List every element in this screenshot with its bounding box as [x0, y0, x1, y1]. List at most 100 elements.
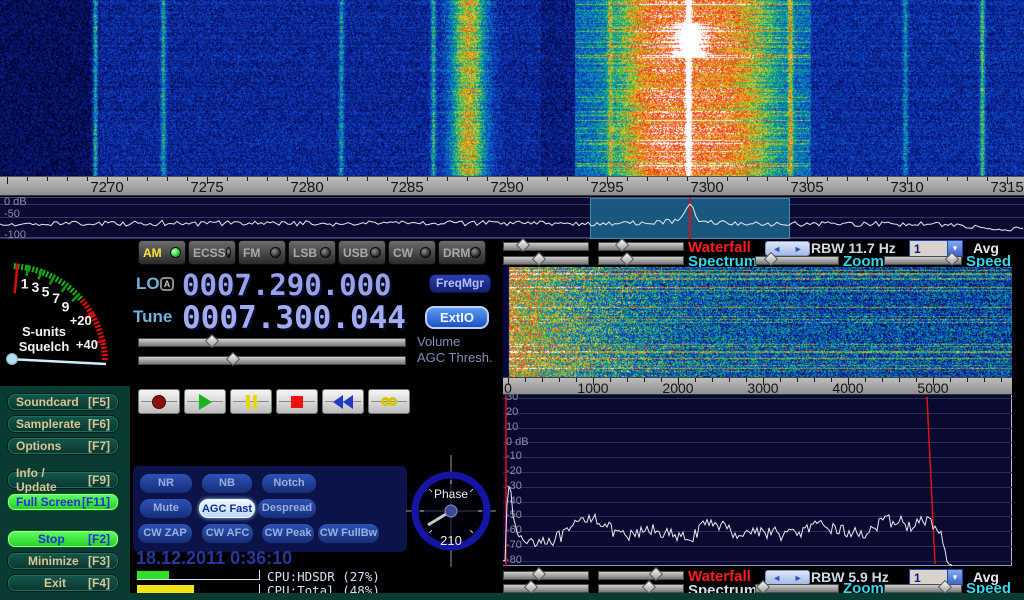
dsp-button-nb[interactable]: NB — [202, 474, 252, 493]
dsp-button-nr[interactable]: NR — [140, 474, 192, 493]
transport-bar — [138, 389, 410, 414]
main-waterfall[interactable] — [0, 0, 1024, 176]
mode-button-usb[interactable]: USB — [338, 240, 386, 265]
mode-button-cw[interactable]: CW — [388, 240, 436, 265]
arrow-right-icon[interactable]: ► — [794, 573, 803, 583]
svg-text:+20: +20 — [70, 313, 92, 328]
button-label: Minimize — [28, 554, 79, 568]
button-key: [F7] — [88, 439, 110, 453]
arrow-left-icon[interactable]: ◄ — [772, 573, 781, 583]
lo-lock-button[interactable]: A — [160, 277, 174, 291]
mode-led — [270, 247, 281, 258]
record-icon — [152, 395, 166, 409]
button-label: Full Screen — [16, 495, 81, 509]
mode-led — [170, 247, 181, 258]
cpu-hdsdr-bar — [137, 570, 260, 580]
dsp-button-cw-peak[interactable]: CW Peak — [262, 524, 314, 543]
datetime-display: 18.12.2011 0:36:10 — [136, 548, 292, 569]
sidebar-button-soundcard[interactable]: Soundcard [F5] — [7, 393, 119, 411]
lo-frequency-display[interactable]: 0007.290.000 — [182, 268, 392, 302]
sidebar-button-samplerate[interactable]: Samplerate[F6] — [7, 415, 119, 433]
mode-button-ecss[interactable]: ECSS — [188, 240, 236, 265]
mode-led — [420, 247, 431, 258]
rewind-button[interactable] — [322, 389, 364, 414]
button-key: [F2] — [88, 532, 110, 546]
button-label: Info / Update — [16, 466, 88, 494]
sidebar-button-stop[interactable]: Stop[F2] — [7, 530, 119, 548]
spectrum-upper-slider[interactable] — [503, 256, 589, 265]
tune-frequency-display[interactable]: 0007.300.044 — [182, 300, 406, 336]
dsp-button-cw-zap[interactable]: CW ZAP — [138, 524, 192, 543]
pause-button[interactable] — [230, 389, 272, 414]
dsp-button-despread[interactable]: Despread — [258, 499, 316, 518]
chevron-down-icon[interactable]: ▾ — [947, 570, 962, 585]
record-button[interactable] — [138, 389, 180, 414]
spectrum-lower-slider-2[interactable] — [598, 584, 684, 593]
overview-trace — [0, 198, 1024, 239]
svg-text:3: 3 — [31, 279, 39, 295]
agc-threshold-label: AGC Thresh. — [417, 350, 493, 365]
volume-slider[interactable] — [138, 338, 406, 347]
sidebar-button-minimize[interactable]: Minimize[F3] — [7, 552, 119, 570]
mode-label: LSB — [293, 246, 317, 260]
button-label: Samplerate — [16, 417, 81, 431]
waterfall-lower-slider-2[interactable] — [598, 571, 684, 580]
dsp-button-cw-afc[interactable]: CW AFC — [202, 524, 253, 543]
button-label: Soundcard — [16, 395, 79, 409]
filter-cursor — [927, 397, 935, 564]
button-key: [F5] — [88, 395, 110, 409]
audio-waterfall[interactable] — [503, 267, 1012, 377]
waterfall-upper-slider-2[interactable] — [503, 571, 589, 580]
waterfall-upper-slider[interactable] — [503, 242, 589, 251]
button-key: [F9] — [88, 473, 110, 487]
mode-label: ECSS — [193, 246, 226, 260]
svg-text:+40: +40 — [76, 337, 98, 352]
audio-frequency-scale[interactable]: 0 1000 2000 3000 4000 5000 — [503, 377, 1012, 395]
audio-spectrum[interactable]: 30 20 10 0 dB -10 -20 -30 -40 -50 -60 -7… — [503, 395, 1012, 566]
dsp-button-cw-fullbw[interactable]: CW FullBw — [318, 524, 379, 543]
mode-button-am[interactable]: AM — [138, 240, 186, 265]
loop-button[interactable] — [368, 389, 410, 414]
extio-button[interactable]: ExtIO — [425, 306, 489, 329]
phase-dial[interactable]: Phase 210 — [406, 453, 496, 569]
sidebar-button-options[interactable]: Options[F7] — [7, 437, 119, 455]
stop-playback-button[interactable] — [276, 389, 318, 414]
mode-button-lsb[interactable]: LSB — [288, 240, 336, 265]
svg-text:7: 7 — [52, 290, 60, 306]
speed-slider[interactable] — [884, 256, 962, 265]
spectrum-upper-slider-2[interactable] — [503, 584, 589, 593]
dsp-button-agc-fast[interactable]: AGC Fast — [199, 499, 255, 518]
sidebar-button-fullscreen[interactable]: Full Screen[F11] — [7, 493, 119, 511]
mode-button-fm[interactable]: FM — [238, 240, 286, 265]
loop-icon — [381, 397, 397, 406]
svg-text:5: 5 — [42, 283, 50, 299]
s-meter[interactable]: S-units Squelch 13579+20+40 — [0, 239, 128, 389]
mode-led — [226, 247, 231, 258]
mode-label: AM — [143, 246, 162, 260]
waterfall-lower-slider[interactable] — [598, 242, 684, 251]
dsp-button-mute[interactable]: Mute — [140, 499, 192, 518]
rf-frequency-scale[interactable]: 7270 7275 7280 7285 7290 7295 7300 7305 … — [0, 176, 1024, 196]
bottom-strip — [0, 593, 1024, 600]
pause-icon — [246, 395, 257, 409]
overview-spectrum[interactable]: 0 dB -50 -100 — [0, 197, 1024, 238]
dsp-button-notch[interactable]: Notch — [262, 474, 316, 493]
agc-threshold-slider[interactable] — [138, 356, 406, 365]
mode-led — [370, 247, 381, 258]
rbw-spinner-2[interactable]: ◄ ► — [765, 570, 810, 585]
s-units-label: S-units — [22, 324, 66, 339]
spectrum-lower-slider[interactable] — [598, 256, 684, 265]
phase-value: 210 — [440, 533, 462, 548]
button-label: Exit — [44, 576, 66, 590]
arrow-left-icon[interactable]: ◄ — [772, 244, 781, 254]
zoom-slider-2[interactable] — [755, 584, 839, 593]
sidebar-button-info-update[interactable]: Info / Update[F9] — [7, 471, 119, 489]
mode-button-drm[interactable]: DRM — [438, 240, 486, 265]
arrow-right-icon[interactable]: ► — [794, 244, 803, 254]
zoom-slider[interactable] — [755, 256, 839, 265]
audio-trace — [503, 395, 1012, 566]
freqmgr-button[interactable]: FreqMgr — [429, 274, 491, 293]
speed-slider-2[interactable] — [884, 584, 962, 593]
sidebar-button-exit[interactable]: Exit[F4] — [7, 574, 119, 592]
play-button[interactable] — [184, 389, 226, 414]
